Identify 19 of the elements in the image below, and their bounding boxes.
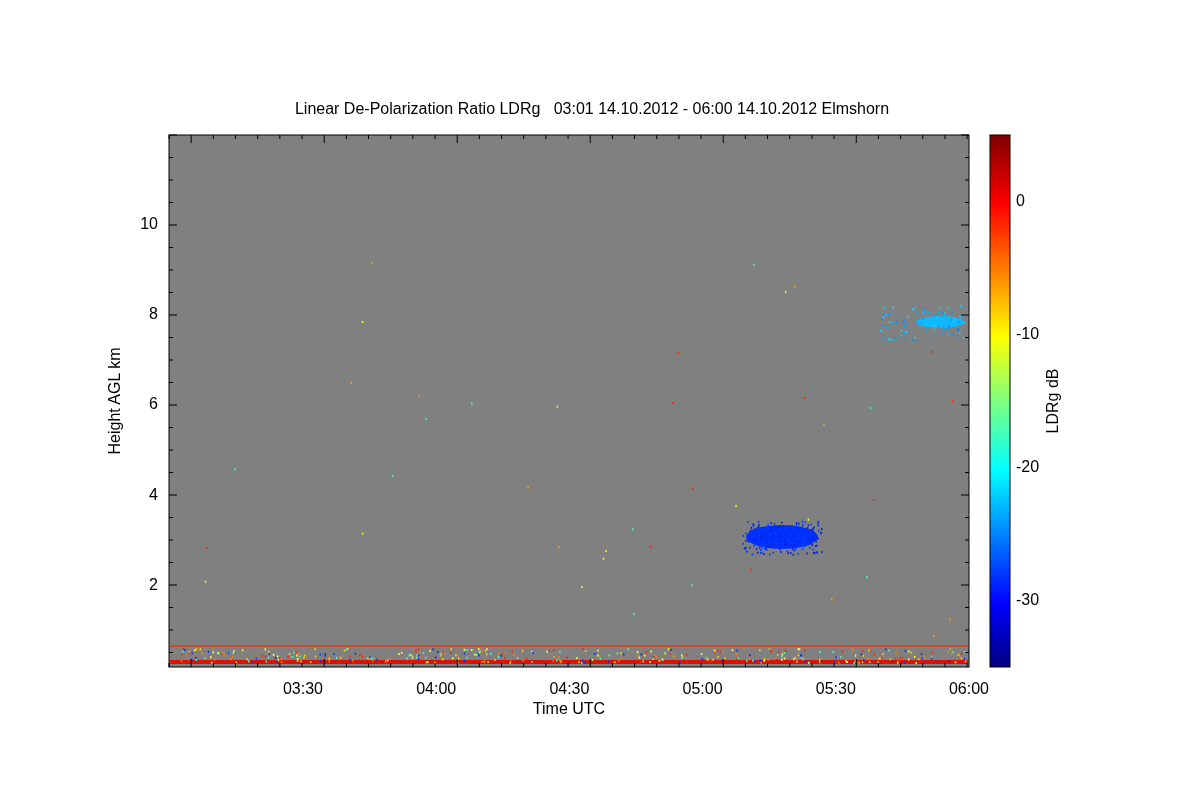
x-tick-label: 04:30 <box>549 680 590 697</box>
x-axis-label: Time UTC <box>532 700 606 717</box>
y-tick-label: 6 <box>149 395 158 413</box>
chart-title: Linear De-Polarization Ratio LDRg 03:01 14.10.2012 - 06:00 14.10.2012 Elmshorn <box>294 100 890 117</box>
colorbar-tick-label: -10 <box>1016 325 1040 342</box>
y-tick-label: 10 <box>140 215 158 232</box>
x-tick-label: 03:30 <box>283 680 323 697</box>
y-tick-label: 4 <box>149 485 158 503</box>
y-tick-label: 2 <box>149 575 158 593</box>
x-tick-label: 05:30 <box>815 680 856 697</box>
x-tick-label: 05:00 <box>682 680 723 697</box>
colorbar-tick-label: -20 <box>1016 458 1040 475</box>
colorbar-tick-label: 0 <box>1016 192 1025 209</box>
x-tick-label: 04:00 <box>416 680 457 697</box>
y-tick-label: 8 <box>149 305 158 323</box>
colorbar-tick-label: -30 <box>1016 591 1040 608</box>
y-axis-label: Height AGL km <box>106 347 123 455</box>
colorbar-label: LDRg dB <box>1044 368 1061 434</box>
x-tick-label: 06:00 <box>949 680 989 697</box>
